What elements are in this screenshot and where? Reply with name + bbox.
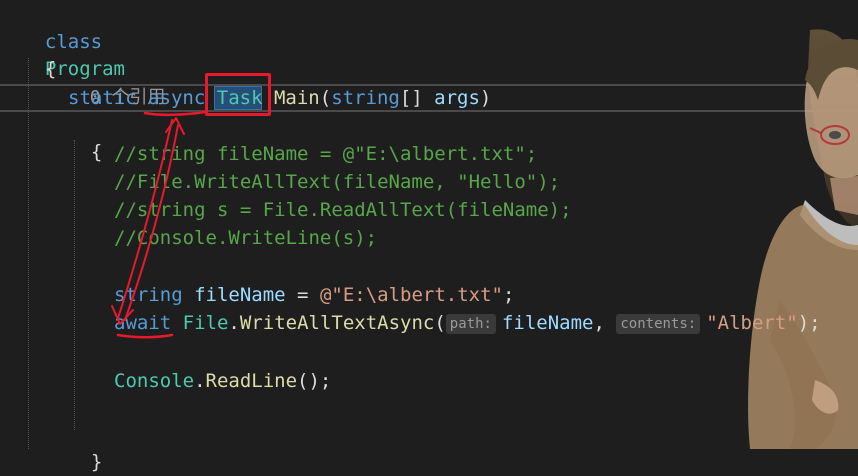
- async-underline: [143, 110, 207, 117]
- connecting-arrow-second-stroke: [117, 119, 173, 319]
- close-brace: }: [90, 451, 103, 473]
- connecting-arrow: [124, 124, 179, 321]
- await-underline: [116, 333, 174, 339]
- red-annotation-overlay: [111, 110, 207, 339]
